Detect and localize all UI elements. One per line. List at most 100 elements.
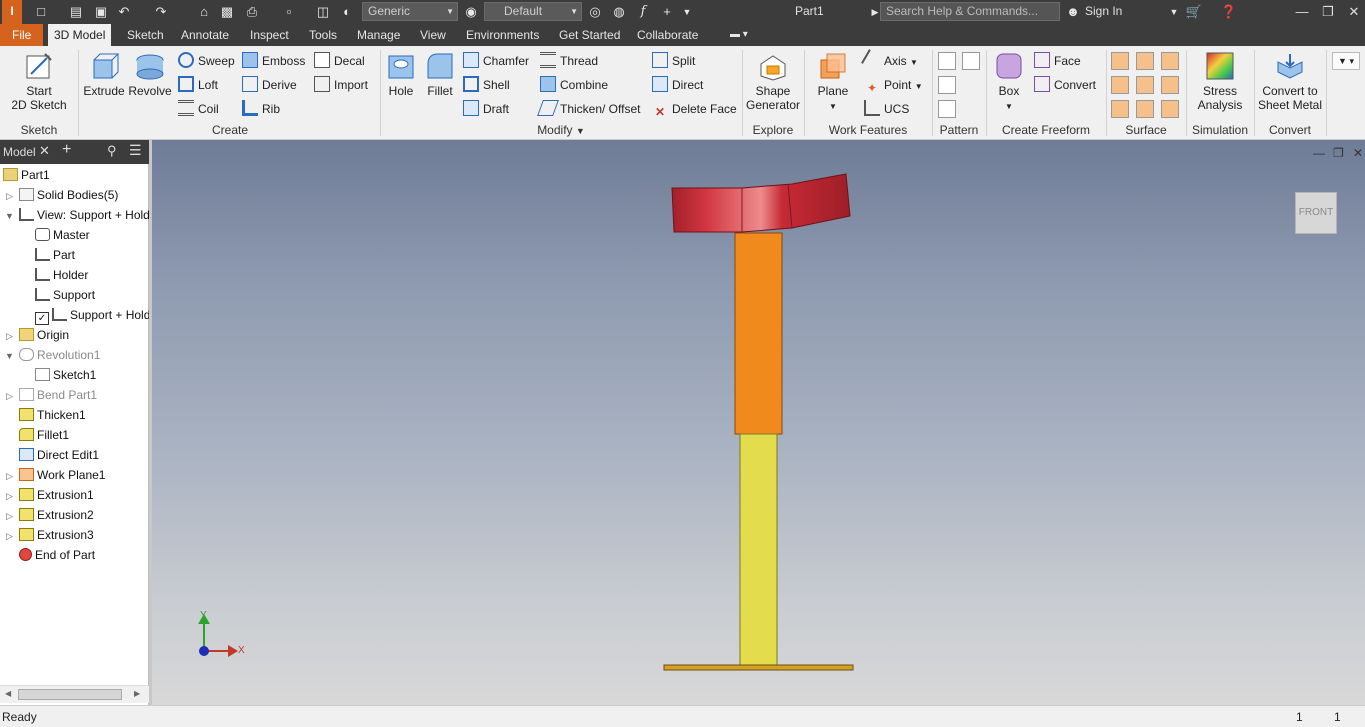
redo-icon[interactable]: ↷ — [152, 3, 170, 21]
trim-icon[interactable] — [1111, 76, 1129, 94]
cart-icon[interactable]: 🛒 — [1185, 3, 1203, 21]
mirror-icon[interactable] — [962, 52, 980, 70]
tree-item-fillet1[interactable]: Fillet1 — [19, 426, 69, 444]
adjust-appearance-icon[interactable]: ◎ — [586, 3, 604, 21]
search-icon[interactable]: ⚲ — [107, 143, 117, 159]
scroll-right-icon[interactable]: ▶ — [134, 689, 140, 698]
ucs-button[interactable]: UCS — [864, 100, 909, 118]
tab-environments[interactable]: Environments — [460, 24, 545, 46]
extrude-button[interactable]: Extrude — [82, 50, 126, 98]
sign-in-button[interactable]: Sign In — [1085, 4, 1122, 18]
shape-generator-button[interactable]: Shape Generator — [744, 50, 802, 112]
chevron-right-icon[interactable]: ▷ — [6, 391, 13, 402]
shell-button[interactable]: Shell — [463, 76, 510, 94]
tab-view[interactable]: View — [414, 24, 452, 46]
tab-tools[interactable]: Tools — [303, 24, 343, 46]
tree-item-origin[interactable]: Origin — [19, 326, 69, 344]
ruled-surface-icon[interactable] — [1161, 100, 1179, 118]
chevron-down-icon[interactable]: ▼ — [1165, 3, 1183, 21]
freeform-box-button[interactable]: Box ▼ — [990, 50, 1028, 114]
app-logo-icon[interactable]: I — [2, 0, 22, 24]
clear-appearance-icon[interactable]: ◍ — [610, 3, 628, 21]
tab-get-started[interactable]: Get Started — [553, 24, 626, 46]
decal-button[interactable]: Decal — [314, 52, 365, 70]
measure-icon[interactable]: ◫ — [314, 3, 332, 21]
combine-button[interactable]: Combine — [540, 76, 608, 94]
rectangular-pattern-icon[interactable] — [938, 52, 956, 70]
tree-item-work-plane1[interactable]: Work Plane1 — [19, 466, 105, 484]
tree-item-direct-edit1[interactable]: Direct Edit1 — [19, 446, 99, 464]
freeform-convert-button[interactable]: Convert — [1034, 76, 1096, 94]
split-button[interactable]: Split — [652, 52, 695, 70]
revolve-button[interactable]: Revolve — [127, 50, 173, 98]
point-button[interactable]: ✦ Point ▼ — [864, 76, 923, 95]
chevron-right-icon[interactable]: ▷ — [6, 331, 13, 342]
browser-horizontal-scrollbar[interactable]: ◀ ▶ — [0, 685, 149, 703]
tree-item-view-support-holder[interactable]: View: Support + Holder — [19, 206, 161, 224]
stress-analysis-button[interactable]: Stress Analysis — [1190, 50, 1250, 112]
sculpt-icon[interactable] — [1161, 52, 1179, 70]
minimize-icon[interactable]: — — [1290, 2, 1314, 22]
tree-item-revolution1[interactable]: Revolution1 — [19, 346, 100, 364]
chevron-right-icon[interactable]: ▷ — [6, 191, 13, 202]
function-fx-icon[interactable]: f — [634, 3, 652, 21]
tree-item-part1[interactable]: Part1 — [3, 166, 50, 184]
file-menu[interactable]: File — [0, 24, 44, 46]
add-icon[interactable]: + — [658, 3, 676, 21]
customize-quick-access-icon[interactable]: ▼ — [678, 3, 696, 21]
tree-item-extrusion2[interactable]: Extrusion2 — [19, 506, 94, 524]
help-icon[interactable]: ❓ — [1220, 3, 1238, 21]
chevron-down-icon[interactable]: ▼ — [5, 211, 14, 221]
chevron-right-icon[interactable]: ▷ — [6, 491, 13, 502]
tab-sketch[interactable]: Sketch — [121, 24, 170, 46]
extend-icon[interactable] — [1136, 76, 1154, 94]
delete-face-button[interactable]: ✕ Delete Face — [652, 100, 737, 119]
select-filter-icon[interactable]: ▫ — [280, 3, 298, 21]
tab-overflow-icon[interactable]: ▬ ▾ — [724, 24, 754, 46]
save-icon[interactable]: ▣ — [92, 3, 110, 21]
patch-icon[interactable] — [1136, 52, 1154, 70]
convert-to-sheet-metal-button[interactable]: Convert to Sheet Metal — [1256, 50, 1324, 112]
tree-item-master[interactable]: Master — [35, 226, 90, 244]
ribbon-options-icon[interactable]: ▼ ▾ — [1332, 52, 1360, 70]
chevron-down-icon[interactable]: ▼ — [5, 351, 14, 361]
chamfer-button[interactable]: Chamfer — [463, 52, 529, 70]
import-button[interactable]: Import — [314, 76, 368, 94]
tree-item-extrusion3[interactable]: Extrusion3 — [19, 526, 94, 544]
tree-item-part[interactable]: Part — [35, 246, 75, 264]
local-update-icon[interactable]: ▩ — [218, 3, 236, 21]
adjust-icon[interactable]: ◐ — [338, 3, 356, 21]
scroll-left-icon[interactable]: ◀ — [5, 689, 11, 698]
start-2d-sketch-button[interactable]: Start 2D Sketch — [8, 50, 70, 112]
chevron-right-icon[interactable]: ▷ — [6, 511, 13, 522]
print-icon[interactable]: ⎙ — [243, 3, 261, 21]
tree-item-end-of-part[interactable]: End of Part — [19, 546, 95, 564]
tree-item-holder[interactable]: Holder — [35, 266, 88, 284]
close-icon[interactable]: ✕ — [1342, 2, 1365, 22]
fit-mesh-face-icon[interactable] — [1136, 100, 1154, 118]
emboss-button[interactable]: Emboss — [242, 52, 305, 70]
sweep-button[interactable]: Sweep — [178, 52, 235, 70]
loft-button[interactable]: Loft — [178, 76, 218, 94]
chevron-right-icon[interactable]: ▷ — [6, 471, 13, 482]
menu-icon[interactable]: ☰ — [129, 142, 142, 159]
thicken-offset-button[interactable]: Thicken/ Offset — [537, 100, 640, 118]
sketch-driven-pattern-icon[interactable] — [938, 100, 956, 118]
undo-icon[interactable]: ↶ — [115, 3, 133, 21]
open-folder-icon[interactable]: ▤ — [67, 3, 85, 21]
browser-tab-model[interactable]: Model — [3, 145, 36, 159]
derive-button[interactable]: Derive — [242, 76, 297, 94]
add-icon[interactable]: + — [62, 141, 71, 159]
axis-button[interactable]: Axis ▼ — [861, 49, 918, 71]
freeform-face-button[interactable]: Face — [1034, 52, 1081, 70]
new-file-icon[interactable]: □ — [32, 3, 50, 21]
rib-button[interactable]: Rib — [242, 100, 280, 118]
repair-bodies-icon[interactable] — [1111, 100, 1129, 118]
appearance-combo[interactable]: Generic ▼ — [362, 2, 458, 21]
material-combo[interactable]: Default ▼ — [484, 2, 582, 21]
tree-item-thicken1[interactable]: Thicken1 — [19, 406, 86, 424]
close-icon[interactable]: ✕ — [39, 143, 50, 159]
tab-inspect[interactable]: Inspect — [244, 24, 295, 46]
plane-button[interactable]: Plane ▼ — [812, 50, 854, 114]
tab-manage[interactable]: Manage — [351, 24, 406, 46]
